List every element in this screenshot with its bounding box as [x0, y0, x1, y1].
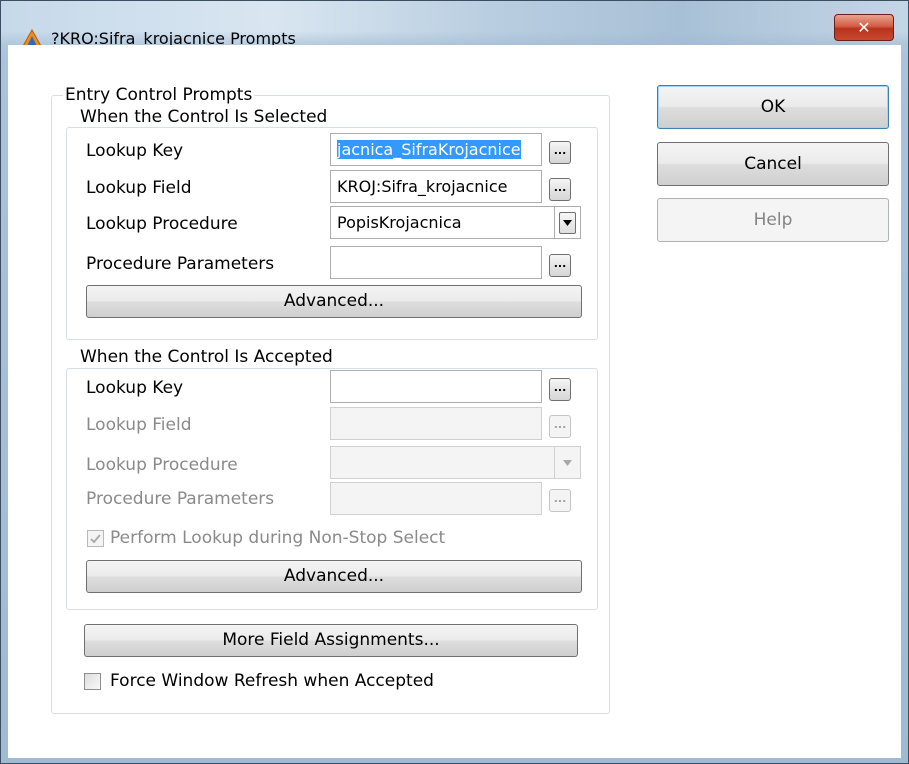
lookup-procedure-value: PopisKrojacnica	[337, 213, 462, 232]
close-icon: ✕	[857, 18, 871, 37]
lookup-key-value: jacnica_SifraKrojacnice	[337, 140, 521, 159]
accepted-lookup-procedure-dropdown-button	[554, 447, 580, 478]
more-field-assignments-button[interactable]: More Field Assignments...	[84, 624, 578, 657]
lookup-procedure-label: Lookup Procedure	[86, 214, 238, 234]
lookup-key-field[interactable]: jacnica_SifraKrojacnice	[330, 133, 542, 166]
advanced-button-selected[interactable]: Advanced...	[86, 285, 582, 318]
accepted-procedure-parameters-input	[330, 482, 542, 515]
chevron-down-icon	[563, 459, 572, 466]
perform-lookup-label: Perform Lookup during Non-Stop Select	[110, 528, 446, 548]
title-bar[interactable]: ?KRO:Sifra_krojacnice Prompts ✕	[1, 1, 908, 49]
lookup-field-input[interactable]: KROJ:Sifra_krojacnice	[330, 170, 542, 203]
accepted-lookup-field-input	[330, 407, 542, 440]
force-refresh-checkbox[interactable]	[84, 673, 101, 690]
accepted-lookup-procedure-combo	[330, 446, 581, 479]
lookup-procedure-combo[interactable]: PopisKrojacnica	[330, 206, 581, 239]
lookup-procedure-dropdown-button[interactable]	[554, 207, 580, 238]
chevron-down-icon	[563, 219, 572, 226]
procedure-parameters-label: Procedure Parameters	[86, 254, 275, 274]
help-button: Help	[657, 198, 889, 242]
when-accepted-label: When the Control Is Accepted	[78, 347, 335, 367]
accepted-lookup-key-label: Lookup Key	[86, 378, 184, 398]
procedure-parameters-input[interactable]	[330, 246, 542, 279]
procedure-parameters-browse-button[interactable]: ...	[549, 254, 571, 277]
cancel-button[interactable]: Cancel	[657, 142, 889, 186]
entry-control-prompts-label: Entry Control Prompts	[63, 85, 255, 105]
dialog-client-area: Entry Control Prompts When the Control I…	[8, 45, 901, 758]
accepted-procedure-parameters-label: Procedure Parameters	[86, 489, 275, 509]
accepted-lookup-field-label: Lookup Field	[86, 415, 192, 435]
when-selected-label: When the Control Is Selected	[78, 107, 330, 127]
force-refresh-label: Force Window Refresh when Accepted	[110, 671, 434, 691]
accepted-lookup-key-input[interactable]	[330, 370, 542, 403]
perform-lookup-checkbox	[87, 530, 104, 547]
advanced-button-accepted[interactable]: Advanced...	[86, 560, 582, 593]
ok-button[interactable]: OK	[657, 85, 889, 129]
accepted-lookup-key-browse-button[interactable]: ...	[549, 378, 571, 401]
dialog-window: ?KRO:Sifra_krojacnice Prompts ✕ Entry Co…	[0, 0, 909, 764]
accepted-lookup-field-browse-button: ...	[549, 415, 571, 438]
lookup-key-label: Lookup Key	[86, 141, 184, 161]
lookup-field-browse-button[interactable]: ...	[549, 178, 571, 201]
lookup-key-browse-button[interactable]: ...	[549, 141, 571, 164]
checkmark-icon	[90, 533, 101, 543]
accepted-procedure-parameters-browse-button: ...	[549, 489, 571, 512]
accepted-lookup-procedure-label: Lookup Procedure	[86, 455, 238, 475]
lookup-field-label: Lookup Field	[86, 178, 192, 198]
close-button[interactable]: ✕	[834, 14, 894, 41]
